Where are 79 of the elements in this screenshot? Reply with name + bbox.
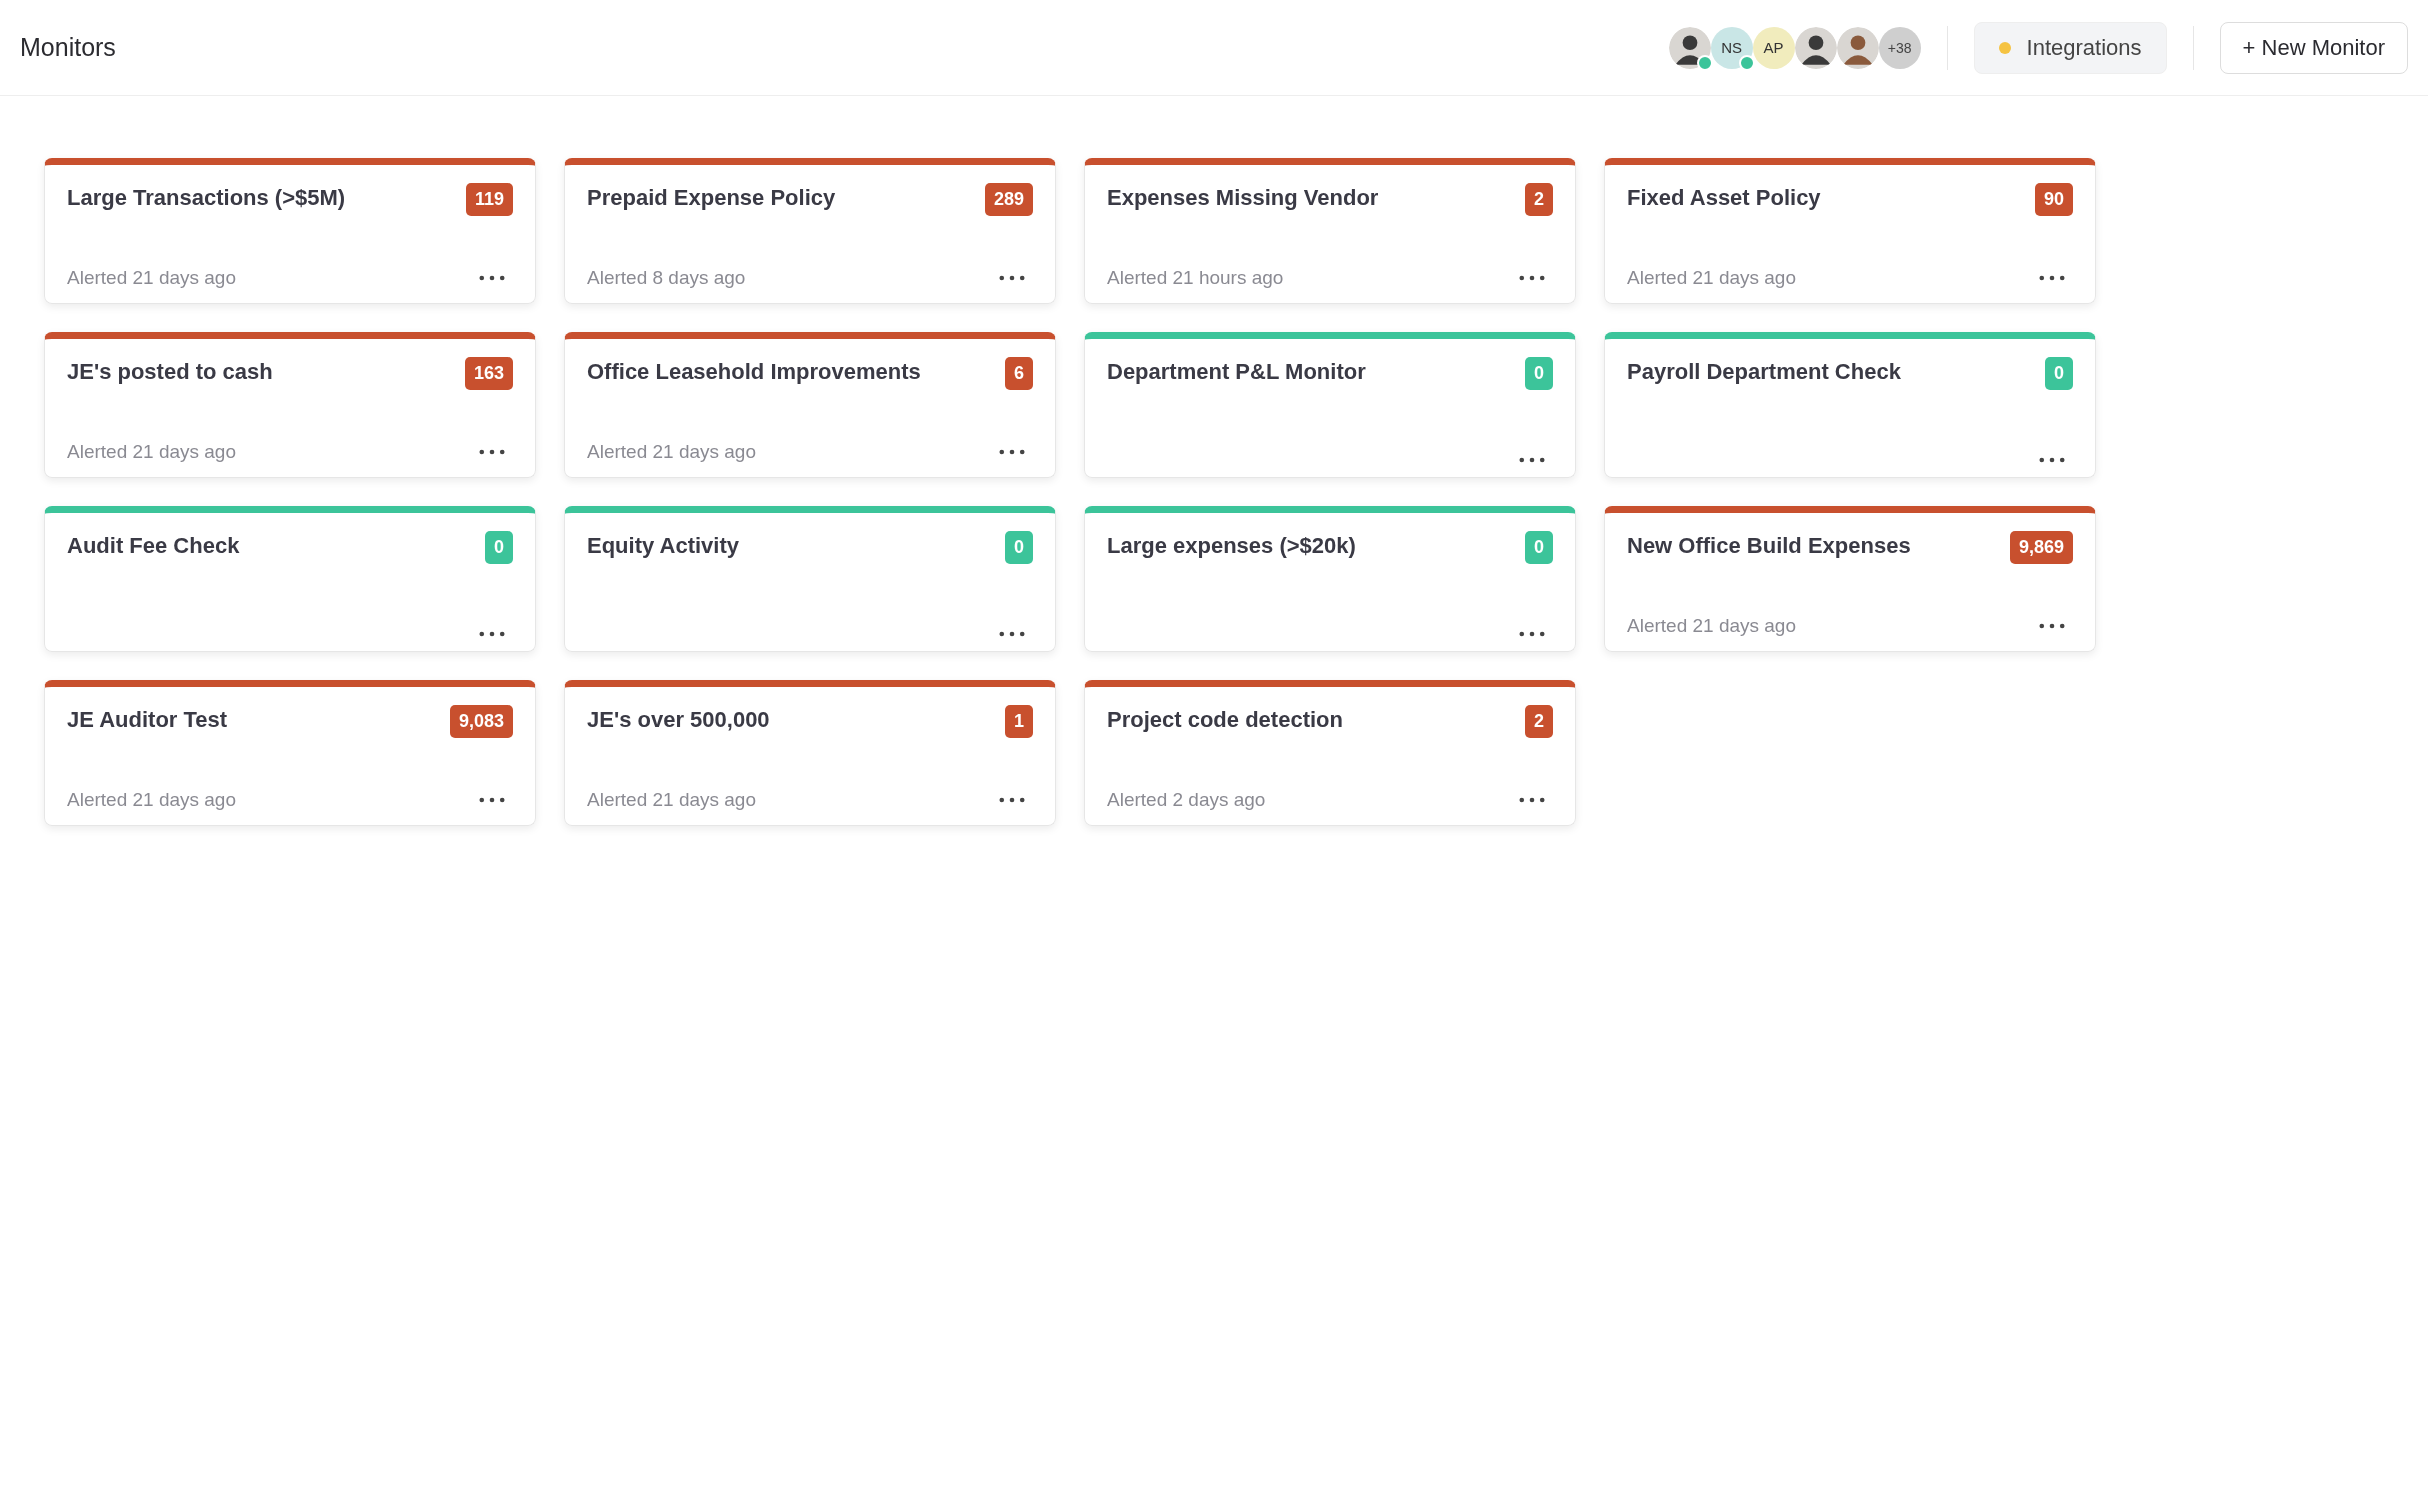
monitor-card[interactable]: New Office Build Expenses 9,869 Alerted 21 days ago <box>1604 506 2096 652</box>
monitor-name: Project code detection <box>1107 706 1343 733</box>
alert-count: 0 <box>1525 357 1553 390</box>
more-options-icon[interactable] <box>479 797 505 803</box>
monitor-name: Equity Activity <box>587 532 739 559</box>
monitor-card[interactable]: JE's over 500,000 1 Alerted 21 days ago <box>564 680 1056 826</box>
more-options-icon[interactable] <box>479 449 505 455</box>
alerted-time: Alerted 8 days ago <box>587 267 746 289</box>
more-options-icon[interactable] <box>1519 631 1545 637</box>
monitor-card[interactable]: Expenses Missing Vendor 2 Alerted 21 hours ago <box>1084 158 1576 304</box>
more-options-icon[interactable] <box>1519 275 1545 281</box>
alerted-time: Alerted 21 hours ago <box>1107 267 1284 289</box>
monitor-name: Prepaid Expense Policy <box>587 184 836 211</box>
alerted-time: Alerted 21 days ago <box>1627 615 1796 637</box>
alert-count: 6 <box>1005 357 1033 390</box>
more-options-icon[interactable] <box>999 631 1025 637</box>
monitor-card[interactable]: Audit Fee Check 0 <box>44 506 536 652</box>
monitor-name: Audit Fee Check <box>67 532 240 559</box>
alerted-time: Alerted 21 days ago <box>67 267 236 289</box>
more-options-icon[interactable] <box>2039 623 2065 629</box>
alerted-time: Alerted 21 days ago <box>587 789 756 811</box>
alerted-time: Alerted 21 days ago <box>67 789 236 811</box>
alerted-time: Alerted 21 days ago <box>1627 267 1796 289</box>
alert-count: 119 <box>465 183 513 216</box>
alert-count: 9,083 <box>449 705 513 738</box>
monitor-card[interactable]: Fixed Asset Policy 90 Alerted 21 days ago <box>1604 158 2096 304</box>
alert-count: 0 <box>2045 357 2073 390</box>
alert-count: 163 <box>464 357 513 390</box>
monitor-card[interactable]: JE Auditor Test 9,083 Alerted 21 days ago <box>44 680 536 826</box>
new-monitor-button[interactable]: + New Monitor <box>2219 21 2408 74</box>
monitor-name: JE Auditor Test <box>67 706 228 733</box>
monitor-card[interactable]: JE's posted to cash 163 Alerted 21 days ago <box>44 332 536 478</box>
more-options-icon[interactable] <box>999 449 1025 455</box>
alerted-time: Alerted 21 days ago <box>67 441 236 463</box>
more-options-icon[interactable] <box>2039 275 2065 281</box>
monitor-card[interactable]: Office Leasehold Improvements 6 Alerted 21 days ago <box>564 332 1056 478</box>
more-options-icon[interactable] <box>2039 457 2065 463</box>
alert-count: 9,869 <box>2009 531 2073 564</box>
avatar-silhouette[interactable] <box>1668 26 1711 69</box>
alert-count: 0 <box>485 531 513 564</box>
avatar-silhouette[interactable] <box>1836 26 1879 69</box>
monitor-name: JE's over 500,000 <box>587 706 770 733</box>
avatar-silhouette[interactable] <box>1794 26 1837 69</box>
monitor-name: Payroll Department Check <box>1627 358 1901 385</box>
monitor-name: Large expenses (>$20k) <box>1107 532 1356 559</box>
alerted-time: Alerted 2 days ago <box>1107 789 1266 811</box>
alert-count: 0 <box>1525 531 1553 564</box>
monitor-name: Department P&L Monitor <box>1107 358 1366 385</box>
more-options-icon[interactable] <box>999 275 1025 281</box>
page-title: Monitors <box>20 33 116 62</box>
monitor-name: Office Leasehold Improvements <box>587 358 921 385</box>
more-options-icon[interactable] <box>479 275 505 281</box>
monitor-card[interactable]: Project code detection 2 Alerted 2 days ago <box>1084 680 1576 826</box>
more-options-icon[interactable] <box>999 797 1025 803</box>
monitor-card[interactable]: Department P&L Monitor 0 <box>1084 332 1576 478</box>
monitor-card[interactable]: Large Transactions (>$5M) 119 Alerted 21 days ago <box>44 158 536 304</box>
monitor-name: Fixed Asset Policy <box>1627 184 1821 211</box>
more-options-icon[interactable] <box>1519 797 1545 803</box>
alerted-time: Alerted 21 days ago <box>587 441 756 463</box>
monitor-card[interactable]: Equity Activity 0 <box>564 506 1056 652</box>
monitor-name: Large Transactions (>$5M) <box>67 184 346 211</box>
integrations-button[interactable]: Integrations <box>1973 21 2167 74</box>
alert-count: 289 <box>984 183 1033 216</box>
monitor-name: JE's posted to cash <box>67 358 273 385</box>
alert-count: 2 <box>1525 705 1553 738</box>
alert-count: 2 <box>1525 183 1553 216</box>
more-options-icon[interactable] <box>1519 457 1545 463</box>
monitor-card[interactable]: Large expenses (>$20k) 0 <box>1084 506 1576 652</box>
monitor-name: New Office Build Expenses <box>1627 532 1911 559</box>
alert-count: 1 <box>1005 705 1033 738</box>
monitor-card[interactable]: Payroll Department Check 0 <box>1604 332 2096 478</box>
alert-count: 0 <box>1005 531 1033 564</box>
more-users-count[interactable]: +38 <box>1878 26 1921 69</box>
monitor-name: Expenses Missing Vendor <box>1107 184 1379 211</box>
avatar-initials[interactable]: NS <box>1710 26 1753 69</box>
more-options-icon[interactable] <box>479 631 505 637</box>
avatar-initials[interactable]: AP <box>1752 26 1795 69</box>
monitor-card[interactable]: Prepaid Expense Policy 289 Alerted 8 days ago <box>564 158 1056 304</box>
alert-count: 90 <box>2034 183 2073 216</box>
